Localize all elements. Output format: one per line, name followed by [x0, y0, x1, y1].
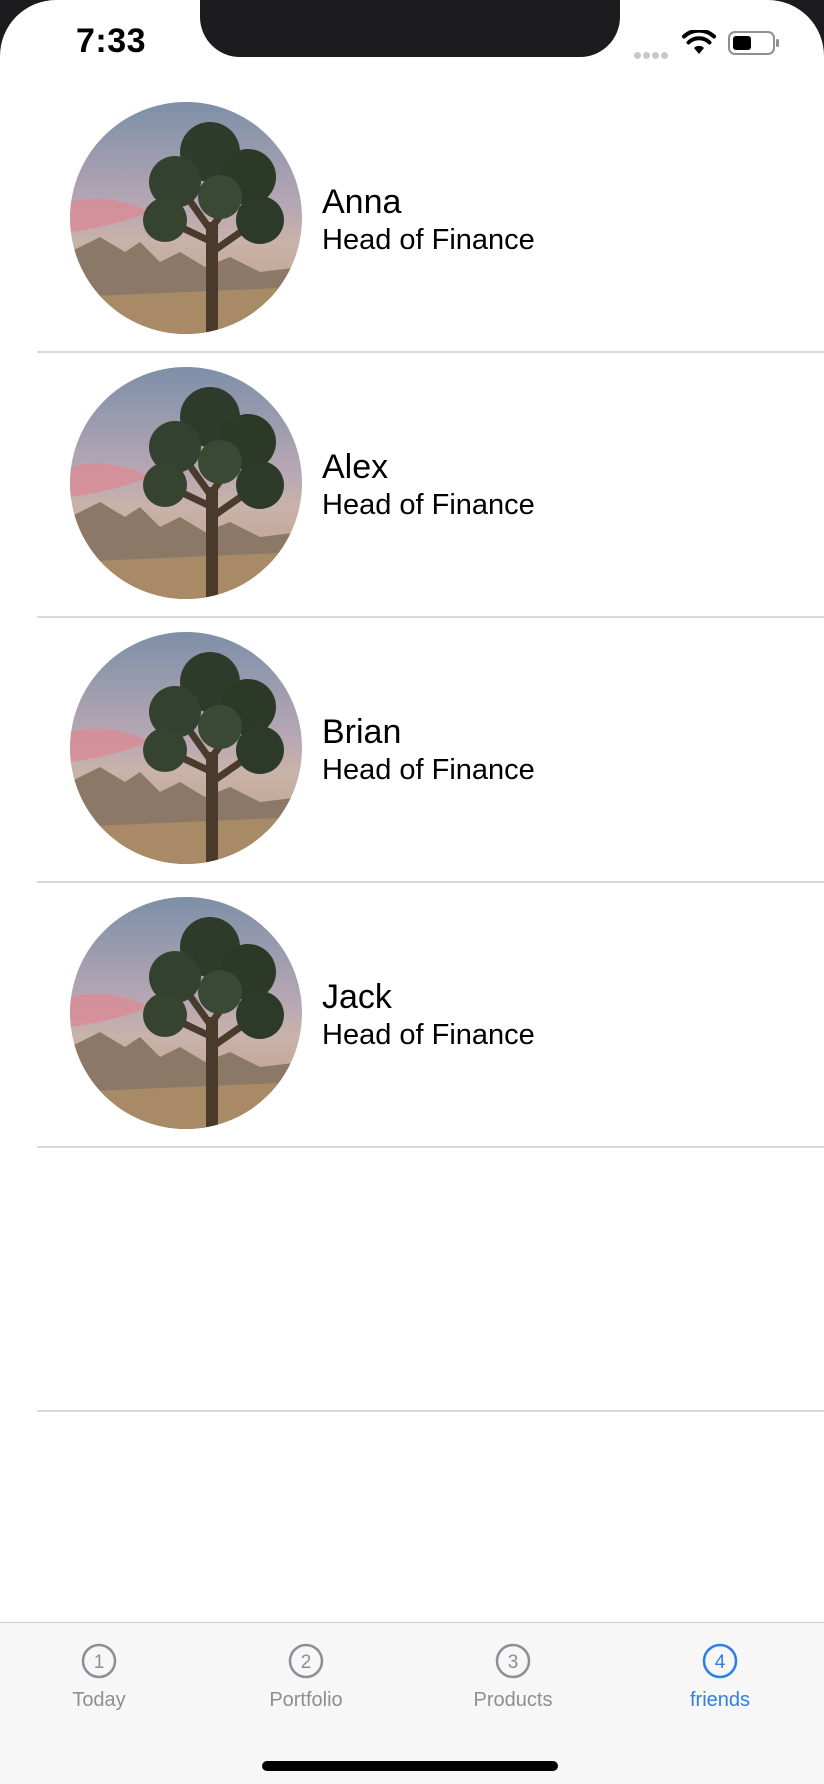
- friend-name: Brian: [322, 713, 402, 751]
- avatar: [70, 102, 302, 334]
- avatar: [70, 632, 302, 864]
- circled-number-icon: 2: [288, 1643, 324, 1679]
- friend-role: Head of Finance: [322, 224, 535, 256]
- circled-number-icon: 3: [495, 1643, 531, 1679]
- cellular-signal-icon: [634, 46, 672, 59]
- friend-name: Jack: [322, 978, 392, 1016]
- tab-friends[interactable]: 4 friends: [640, 1623, 800, 1733]
- tab-label: Products: [473, 1689, 553, 1711]
- tab-number: 2: [301, 1652, 312, 1673]
- divider: [37, 1410, 824, 1412]
- friends-list: Anna Head of Finance Alex Head of Financ…: [0, 87, 824, 1412]
- tab-today[interactable]: 1 Today: [19, 1623, 179, 1733]
- wifi-icon: [682, 30, 716, 54]
- friend-name: Alex: [322, 448, 389, 486]
- joshua-tree-photo-icon: [70, 897, 302, 1129]
- friend-role: Head of Finance: [322, 1019, 535, 1051]
- tab-portfolio[interactable]: 2 Portfolio: [226, 1623, 386, 1733]
- status-time: 7:33: [76, 22, 147, 60]
- app-screen: 7:33 Anna Head of Finance Alex Head of F…: [0, 0, 824, 1784]
- friend-name: Anna: [322, 183, 402, 221]
- tab-number: 1: [94, 1652, 105, 1673]
- circled-number-icon: 1: [81, 1643, 117, 1679]
- list-item[interactable]: Brian Head of Finance: [0, 617, 824, 882]
- list-item[interactable]: Alex Head of Finance: [0, 352, 824, 617]
- tab-label: Portfolio: [269, 1689, 343, 1711]
- tab-bar: 1 Today 2 Portfolio 3 Products 4 friends: [0, 1622, 824, 1784]
- battery-icon: [728, 31, 779, 55]
- tab-label: Today: [72, 1689, 126, 1711]
- list-item[interactable]: Jack Head of Finance: [0, 882, 824, 1147]
- tab-number: 3: [508, 1652, 519, 1673]
- list-item[interactable]: Anna Head of Finance: [0, 87, 824, 352]
- joshua-tree-photo-icon: [70, 632, 302, 864]
- friend-role: Head of Finance: [322, 489, 535, 521]
- friend-role: Head of Finance: [322, 754, 535, 786]
- joshua-tree-photo-icon: [70, 367, 302, 599]
- tab-label: friends: [689, 1689, 751, 1711]
- home-indicator[interactable]: [262, 1761, 558, 1771]
- joshua-tree-photo-icon: [70, 102, 302, 334]
- tab-number: 4: [715, 1652, 726, 1673]
- avatar: [70, 367, 302, 599]
- divider: [37, 1146, 824, 1148]
- device-notch: [200, 0, 620, 57]
- circled-number-icon: 4: [702, 1643, 738, 1679]
- tab-products[interactable]: 3 Products: [433, 1623, 593, 1733]
- avatar: [70, 897, 302, 1129]
